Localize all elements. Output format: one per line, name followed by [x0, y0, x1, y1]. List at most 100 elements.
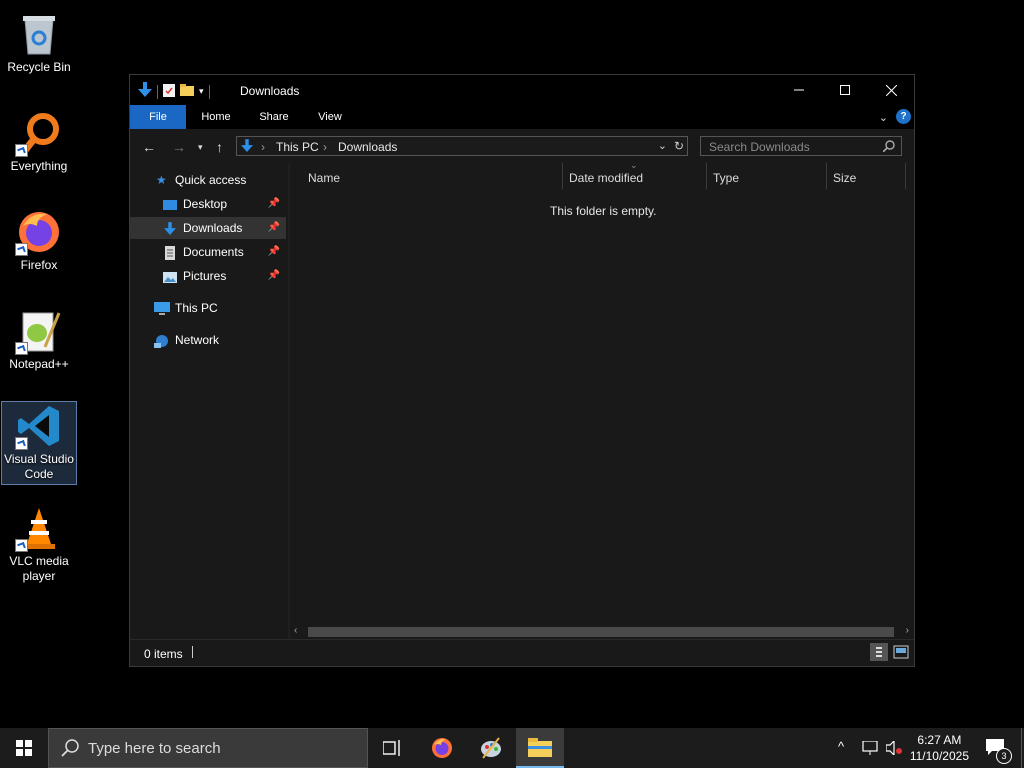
nav-label: This PC: [175, 301, 218, 315]
downloads-arrow-icon: [241, 139, 253, 156]
search-icon: [61, 739, 79, 757]
downloads-arrow-icon: [138, 82, 152, 101]
desktop-icon-label: Recycle Bin: [7, 60, 71, 74]
star-icon: ★: [156, 173, 167, 187]
address-row: ← → ▾ ↑ › This PC › Downloads ⌄ ↻ Search…: [130, 129, 914, 163]
start-button[interactable]: [0, 728, 48, 768]
taskbar-search-placeholder: Type here to search: [88, 740, 221, 757]
scroll-left-icon[interactable]: ‹: [294, 625, 297, 636]
column-divider[interactable]: [562, 163, 563, 189]
close-button[interactable]: [868, 75, 914, 105]
column-divider[interactable]: [706, 163, 707, 189]
notepad-plus-plus-icon: [15, 307, 63, 355]
network-icon[interactable]: [862, 741, 878, 755]
column-name[interactable]: Name: [308, 171, 340, 185]
desktop-icon-firefox[interactable]: Firefox: [2, 202, 76, 273]
refresh-icon[interactable]: ↻: [674, 139, 684, 153]
desktop-icon-label: Visual Studio Code: [4, 452, 74, 481]
forward-arrow-icon[interactable]: →: [172, 139, 186, 155]
scrollbar-thumb[interactable]: [308, 627, 894, 637]
desktop-icon-vscode[interactable]: Visual Studio Code: [1, 401, 77, 485]
nav-pictures[interactable]: Pictures 📌: [130, 265, 286, 287]
taskbar-search-input[interactable]: Type here to search: [48, 728, 368, 768]
desktop-icon-everything[interactable]: Everything: [2, 103, 76, 174]
up-arrow-icon[interactable]: ↑: [216, 139, 223, 155]
pin-icon[interactable]: 📌: [268, 265, 280, 287]
show-hidden-icons-icon[interactable]: ^: [838, 739, 844, 754]
search-icon: [882, 140, 895, 155]
nav-label: Quick access: [175, 173, 247, 187]
firefox-icon: [15, 208, 63, 256]
sort-chevron-icon: ⌄: [630, 160, 638, 170]
new-folder-icon[interactable]: [180, 83, 194, 100]
column-date-modified[interactable]: Date modified: [569, 171, 643, 185]
desktop-icon-notepadpp[interactable]: Notepad++: [2, 301, 76, 372]
pin-icon[interactable]: 📌: [268, 217, 280, 239]
nav-network[interactable]: Network: [130, 329, 286, 351]
notification-count-badge: 3: [996, 748, 1012, 764]
title-bar[interactable]: ▾ Downloads: [130, 75, 914, 105]
window-title: Downloads: [240, 84, 300, 98]
nav-documents[interactable]: Documents 📌: [130, 241, 286, 263]
details-view-icon[interactable]: [870, 643, 888, 661]
firefox-icon: [432, 738, 452, 758]
customize-qat-icon[interactable]: ▾: [199, 86, 204, 97]
tab-file[interactable]: File: [130, 105, 186, 129]
nav-this-pc[interactable]: This PC: [130, 297, 286, 319]
help-icon[interactable]: ?: [896, 109, 911, 124]
scroll-right-icon[interactable]: ›: [906, 625, 909, 636]
horizontal-scrollbar[interactable]: ‹ ›: [290, 624, 914, 640]
nav-label: Network: [175, 333, 220, 347]
column-type[interactable]: Type: [713, 171, 739, 185]
minimize-button[interactable]: [776, 75, 822, 105]
nav-label: Pictures: [183, 269, 227, 283]
desktop-icon-recycle-bin[interactable]: Recycle Bin: [2, 4, 76, 75]
nav-quick-access[interactable]: ★ Quick access: [130, 169, 286, 191]
taskbar-paint[interactable]: [467, 728, 515, 768]
search-input[interactable]: Search Downloads: [700, 136, 902, 156]
desktop-icon-label: VLC media player: [9, 554, 69, 583]
pin-icon[interactable]: 📌: [268, 241, 280, 263]
column-divider[interactable]: [905, 163, 906, 189]
tab-share[interactable]: Share: [252, 105, 296, 129]
nav-label: Desktop: [183, 197, 228, 211]
taskbar-firefox[interactable]: [418, 728, 466, 768]
task-view-button[interactable]: [368, 728, 416, 768]
recent-locations-icon[interactable]: ▾: [198, 142, 203, 153]
file-explorer-icon: [528, 738, 552, 757]
divider: [157, 84, 158, 99]
system-clock[interactable]: 6:27 AM 11/10/2025: [910, 732, 969, 764]
file-list-pane[interactable]: Name ⌄ Date modified Type Size This fold…: [290, 160, 914, 640]
address-dropdown-icon[interactable]: ⌄: [658, 139, 667, 152]
maximize-button[interactable]: [822, 75, 868, 105]
breadcrumb-downloads[interactable]: Downloads: [338, 140, 397, 154]
back-arrow-icon[interactable]: ←: [142, 139, 156, 155]
breadcrumb-this-pc[interactable]: This PC: [276, 140, 319, 154]
volume-muted-icon[interactable]: [886, 741, 902, 755]
network-icon: [154, 333, 168, 348]
address-bar[interactable]: › This PC › Downloads ⌄ ↻: [236, 136, 688, 156]
taskbar-file-explorer[interactable]: [516, 728, 564, 768]
desktop-icon-vlc[interactable]: VLC media player: [2, 498, 76, 584]
pin-icon[interactable]: 📌: [268, 193, 280, 215]
paint-palette-icon: [481, 737, 501, 759]
properties-icon[interactable]: [163, 83, 175, 100]
task-view-icon: [383, 740, 400, 756]
nav-desktop[interactable]: Desktop 📌: [130, 193, 286, 215]
show-desktop-button[interactable]: [1021, 728, 1022, 768]
action-center-button[interactable]: 3: [976, 728, 1016, 768]
expand-ribbon-icon[interactable]: ⌄: [879, 111, 888, 124]
column-size[interactable]: Size: [833, 171, 856, 185]
desktop-icon-label: Notepad++: [9, 357, 69, 371]
breadcrumb-separator: ›: [261, 140, 265, 154]
tab-home[interactable]: Home: [194, 105, 238, 129]
large-icons-view-icon[interactable]: [892, 643, 910, 664]
breadcrumb-separator: ›: [323, 140, 327, 154]
clock-date: 11/10/2025: [909, 749, 969, 763]
column-divider[interactable]: [826, 163, 827, 189]
desktop-folder-icon: [163, 197, 177, 211]
tab-view[interactable]: View: [308, 105, 352, 129]
nav-downloads[interactable]: Downloads 📌: [130, 217, 286, 239]
shortcut-arrow-icon: [15, 539, 28, 552]
vlc-icon: [15, 504, 63, 552]
